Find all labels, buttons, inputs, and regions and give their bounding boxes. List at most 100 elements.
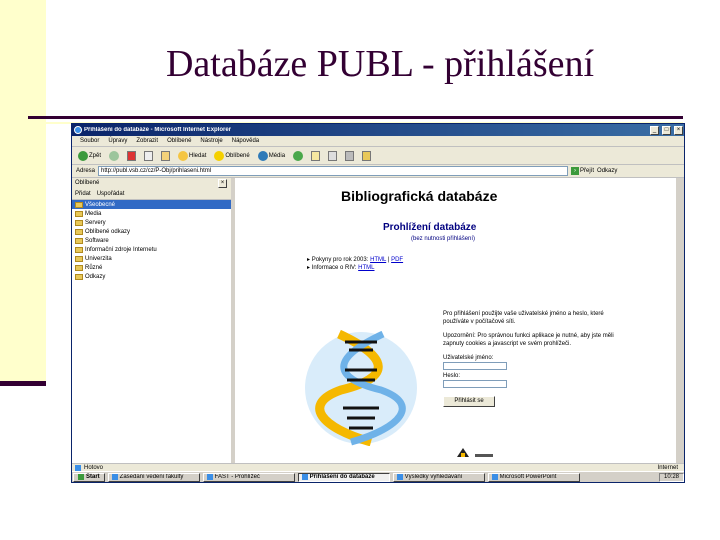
taskbar-button[interactable]: Zasedání vedení fakulty — [107, 472, 200, 482]
title-rule — [28, 116, 683, 119]
app-icon — [491, 474, 498, 480]
stop-button[interactable] — [125, 149, 138, 163]
slide-left-band-edge — [0, 381, 46, 386]
browser-content: Oblíbené × Přidat Uspořádat Všeobecné Med… — [72, 178, 684, 463]
password-input[interactable] — [443, 380, 507, 388]
favorites-item[interactable]: Různé — [72, 263, 231, 272]
edit-icon — [345, 150, 355, 161]
menu-item-oblibene[interactable]: Oblíbené — [167, 138, 191, 144]
search-icon — [178, 150, 189, 161]
close-icon[interactable]: × — [674, 125, 683, 135]
app-icon — [111, 474, 118, 480]
menu-item-upravy[interactable]: Úpravy — [108, 138, 127, 144]
page-heading: Bibliografická databáze — [341, 188, 498, 204]
toolbar: Zpět Hledat Oblíbené Média — [72, 147, 684, 165]
favorites-button[interactable]: Oblíbené — [212, 149, 251, 163]
address-bar: Adresa http://publ.vsb.cz/cz/P-Obj/prihl… — [72, 165, 684, 178]
favorites-item[interactable]: Oblíbené odkazy — [72, 227, 231, 236]
history-icon — [293, 150, 304, 161]
media-icon — [257, 150, 268, 161]
vsb-logo-icon — [457, 448, 493, 457]
username-label: Uživatelské jméno: — [443, 355, 494, 361]
link-prefix: Pokyny pro rok 2003: — [311, 257, 371, 263]
taskbar-button-label: Výsledky vyhledávání — [404, 474, 463, 480]
favorites-item-label: Všeobecné — [85, 201, 116, 208]
search-button[interactable]: Hledat — [176, 149, 208, 163]
star-icon — [214, 150, 225, 161]
taskbar-button-label: Microsoft PowerPoint — [499, 474, 557, 480]
favorites-item-label: Odkazy — [85, 273, 106, 280]
favorites-title: Oblíbené — [75, 180, 100, 186]
windows-logo-icon — [78, 474, 84, 480]
folder-icon — [75, 264, 83, 271]
favorites-item[interactable]: Software — [72, 236, 231, 245]
login-button[interactable]: Přihlásit se — [443, 396, 495, 407]
address-input[interactable]: http://publ.vsb.cz/cz/P-Obj/prihlaseni.h… — [98, 166, 569, 176]
refresh-button[interactable] — [142, 149, 155, 163]
minimize-icon[interactable]: _ — [650, 125, 659, 135]
favorites-close-icon[interactable]: × — [218, 178, 227, 188]
go-label: Přejít — [580, 168, 595, 174]
favorites-item[interactable]: Všeobecné — [72, 200, 231, 209]
start-button[interactable]: Start — [73, 472, 105, 482]
media-button[interactable]: Média — [256, 149, 287, 163]
page-done-icon — [75, 464, 81, 471]
menu-item-nastroje[interactable]: Nástroje — [200, 138, 222, 144]
home-button[interactable] — [159, 149, 172, 163]
taskbar-button-label: Zasedání vedení fakulty — [119, 474, 184, 480]
media-label: Média — [268, 152, 286, 159]
taskbar-button[interactable]: FAST - Prohlížeč — [202, 472, 295, 482]
links-label[interactable]: Odkazy — [597, 168, 617, 174]
html-link[interactable]: HTML — [358, 265, 374, 271]
favorites-item-label: Informační zdroje Internetu — [85, 246, 157, 253]
links-list: ▸ Pokyny pro rok 2003: HTML | PDF ▸ Info… — [307, 256, 403, 272]
favorites-item[interactable]: Media — [72, 209, 231, 218]
taskbar-button[interactable]: Microsoft PowerPoint — [487, 472, 580, 482]
favorites-item[interactable]: Servery — [72, 218, 231, 227]
favorites-list: Všeobecné Media Servery Oblíbené odkazy Soft… — [72, 200, 231, 281]
favorites-item-label: Různé — [85, 264, 103, 271]
menu-item-zobrazit[interactable]: Zobrazit — [136, 138, 158, 144]
go-button[interactable]: › Přejít — [571, 167, 594, 175]
browse-database-link[interactable]: Prohlížení databáze — [383, 222, 476, 233]
favorites-item[interactable]: Informační zdroje Internetu — [72, 245, 231, 254]
favorites-panel: Oblíbené × Přidat Uspořádat Všeobecné Med… — [72, 178, 235, 463]
folder-icon — [75, 219, 83, 226]
maximize-icon[interactable]: □ — [662, 125, 671, 135]
print-button[interactable] — [326, 149, 339, 163]
pdf-link[interactable]: PDF — [391, 257, 403, 263]
history-button[interactable] — [291, 149, 305, 163]
browser-window: Přihlášení do databáze - Microsoft Inter… — [71, 123, 685, 483]
favorites-toolbar: Přidat Uspořádat — [72, 188, 231, 200]
favorites-header: Oblíbené × — [72, 178, 231, 188]
favorites-item-label: Servery — [85, 219, 106, 226]
messenger-button[interactable] — [360, 149, 373, 163]
status-bar: Hotovo Internet — [72, 463, 684, 471]
folder-icon — [75, 273, 83, 280]
address-label: Adresa — [76, 168, 96, 174]
login-info: Pro přihlášení použijte vaše uživatelské… — [443, 311, 604, 325]
print-icon — [328, 150, 338, 161]
list-item: ▸ Informace o RIV: HTML — [307, 265, 375, 271]
forward-button[interactable] — [107, 149, 121, 163]
mail-button[interactable] — [309, 149, 322, 163]
app-icon — [396, 474, 403, 480]
back-label: Zpět — [89, 152, 102, 159]
window-titlebar[interactable]: Přihlášení do databáze - Microsoft Inter… — [72, 124, 684, 136]
edit-button[interactable] — [343, 149, 356, 163]
folder-icon — [75, 210, 83, 217]
taskbar-button[interactable]: Přihlášení do databáze — [297, 472, 390, 482]
html-link[interactable]: HTML — [370, 257, 386, 263]
favorites-item[interactable]: Univerzita — [72, 254, 231, 263]
taskbar-button[interactable]: Výsledky vyhledávání — [392, 472, 485, 482]
menu-item-napoveda[interactable]: Nápověda — [232, 138, 259, 144]
menu-item-soubor[interactable]: Soubor — [80, 138, 99, 144]
favorites-organize-button[interactable]: Uspořádat — [97, 191, 125, 197]
favorites-add-button[interactable]: Přidat — [75, 191, 91, 197]
folder-icon — [75, 255, 83, 262]
browse-note: (bez nutnosti přihlášení) — [411, 236, 476, 242]
username-input[interactable] — [443, 362, 507, 370]
list-item: ▸ Pokyny pro rok 2003: HTML | PDF — [307, 257, 404, 263]
favorites-item[interactable]: Odkazy — [72, 272, 231, 281]
back-button[interactable]: Zpět — [76, 149, 103, 163]
